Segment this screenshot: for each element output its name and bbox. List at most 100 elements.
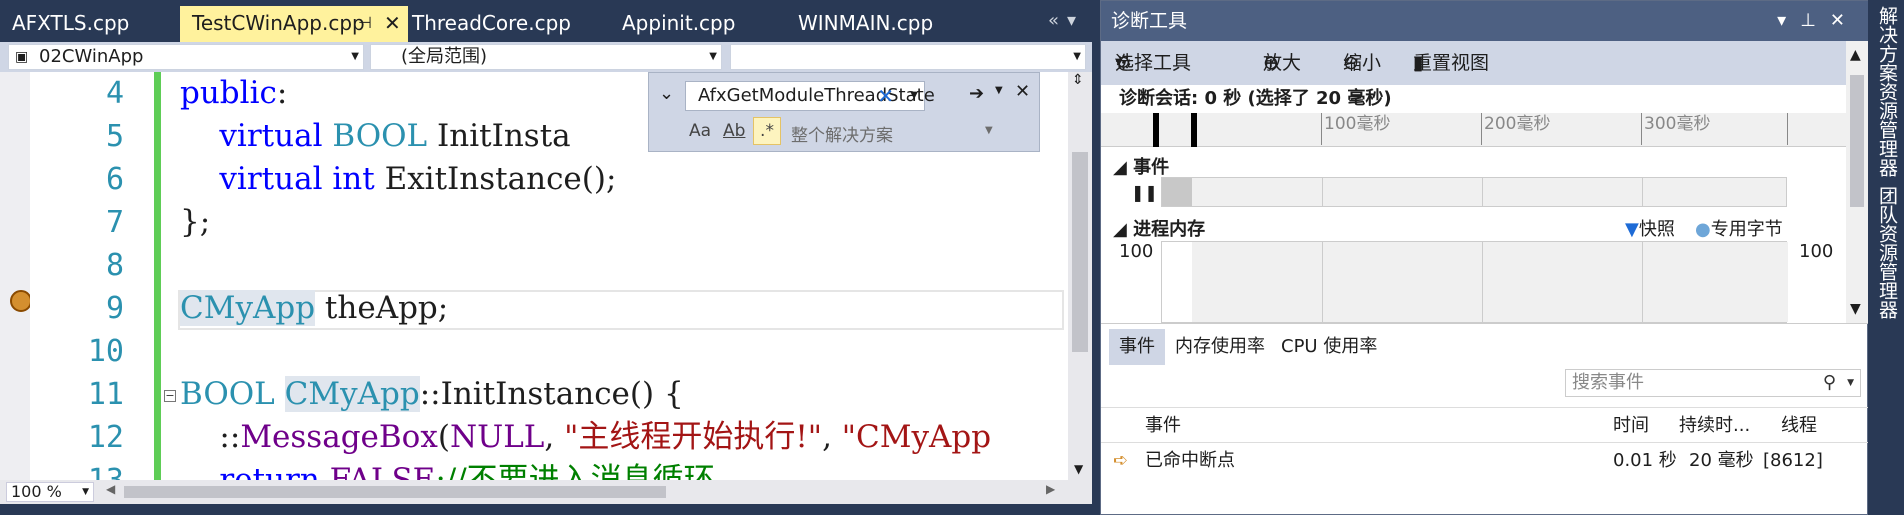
code-token: }; — [180, 204, 211, 240]
horizontal-scrollbar[interactable]: 100 % ▼ ◀ ▶ — [0, 480, 1092, 504]
column-header[interactable]: 事件 — [1145, 408, 1181, 444]
tab-afxtls[interactable]: AFXTLS.cpp — [0, 6, 150, 42]
line-number: 7 — [105, 205, 124, 240]
tab-winmain[interactable]: WINMAIN.cpp — [786, 6, 966, 42]
side-tool-strip: 解决方案资源管理器 团队资源管理器 — [1868, 0, 1904, 515]
tab-threadcore[interactable]: ThreadCore.cpp — [400, 6, 571, 42]
column-header[interactable]: 时间 — [1613, 408, 1649, 444]
team-explorer-tab[interactable]: 团队资源管理器 — [1874, 186, 1901, 319]
code-token: , — [822, 419, 832, 455]
indicator-margin[interactable] — [0, 72, 32, 480]
code-line-11: BOOL CMyApp::InitInstance() { — [180, 373, 684, 416]
close-icon[interactable]: ✕ — [1830, 10, 1859, 31]
find-next-icon[interactable]: ➔ — [969, 83, 984, 104]
gridline — [1322, 178, 1323, 206]
scroll-thumb[interactable] — [124, 486, 666, 498]
scroll-up-icon[interactable]: ▲ — [1850, 47, 1861, 63]
close-find-icon[interactable]: ✕ — [1015, 81, 1030, 102]
events-track[interactable] — [1161, 177, 1787, 207]
table-row[interactable]: ➪ 已命中断点 0.01 秒 20 毫秒 [8612] — [1101, 443, 1869, 479]
chevron-down-icon[interactable]: ▼ — [1847, 370, 1854, 396]
scroll-down-icon[interactable]: ▼ — [1074, 462, 1083, 476]
scroll-thumb[interactable] — [1072, 152, 1088, 352]
expand-replace-icon[interactable]: ⌄ — [659, 83, 674, 104]
pin-icon[interactable]: ⊥ — [1800, 10, 1830, 31]
collapse-icon[interactable]: − — [164, 390, 176, 402]
memory-graph[interactable] — [1161, 241, 1788, 323]
regex-icon[interactable]: .* — [753, 117, 781, 145]
scope-dropdown[interactable]: (全局范围) ▼ — [370, 44, 722, 70]
chevron-down-icon[interactable]: ▼ — [985, 125, 993, 136]
scroll-right-icon[interactable]: ▶ — [1046, 482, 1055, 496]
scroll-down-icon[interactable]: ▼ — [1850, 301, 1861, 317]
breakpoint-icon[interactable] — [10, 290, 32, 312]
timeline-ruler[interactable]: 100毫秒 200毫秒 300毫秒 — [1101, 113, 1846, 147]
line-number: 6 — [105, 162, 124, 197]
code-line-9: CMyApp theApp; — [180, 287, 448, 330]
code-token: InitInsta — [437, 118, 571, 154]
close-icon[interactable]: ✕ — [384, 6, 401, 40]
panel-controls[interactable]: ▾⊥✕ — [1777, 1, 1859, 41]
search-events-input[interactable]: 搜索事件 ⚲ ▼ — [1565, 369, 1861, 397]
diag-scrollbar[interactable]: ▲ ▼ — [1846, 41, 1868, 323]
search-icon[interactable]: ⚲ — [1823, 370, 1836, 396]
tab-testcwinapp[interactable]: TestCWinApp.cpp ⊣ ✕ — [180, 6, 408, 42]
event-duration: 20 毫秒 — [1689, 450, 1754, 471]
event-time: 0.01 秒 — [1613, 450, 1677, 471]
search-placeholder: 搜索事件 — [1572, 372, 1644, 393]
gridline — [1642, 242, 1643, 322]
selection-marker[interactable] — [1153, 113, 1159, 147]
scroll-thumb[interactable] — [1850, 75, 1864, 207]
ruler-tick: 300毫秒 — [1641, 113, 1710, 145]
tab-overflow-controls[interactable]: «▾ — [1048, 10, 1084, 31]
diag-toolbar: ⚙ 选择工具 ▼ ⊕ 放大 ⊖ 缩小 ▮ 重置视图 — [1101, 41, 1869, 85]
diagnostics-panel: 诊断工具 ▾⊥✕ ⚙ 选择工具 ▼ ⊕ 放大 ⊖ 缩小 ▮ 重置视图 诊断会话:… — [1100, 0, 1869, 515]
code-token: CMyApp — [180, 290, 316, 326]
line-numbers: 4 5 6 7 8 9 10 11 12 13 — [30, 72, 130, 480]
scroll-tabs-icon[interactable]: « — [1048, 10, 1067, 31]
zoom-dropdown[interactable]: 100 % ▼ — [6, 482, 94, 502]
whole-word-icon[interactable]: Ab — [723, 121, 745, 141]
select-tool-label: 选择工具 — [1115, 52, 1192, 74]
legend-label: 快照 — [1638, 219, 1675, 240]
find-scope[interactable]: 整个解决方案 — [791, 121, 893, 146]
vertical-scrollbar[interactable]: ⇕ ▼ — [1068, 72, 1092, 480]
code-token: ::InitInstance() { — [419, 376, 684, 412]
memory-section-header[interactable]: ◢ 进程内存 — [1113, 215, 1205, 241]
ruler-tick: 200毫秒 — [1481, 113, 1550, 145]
code-token: FALSE — [329, 462, 436, 480]
match-case-icon[interactable]: Aa — [689, 121, 711, 141]
solution-explorer-tab[interactable]: 解决方案资源管理器 — [1874, 6, 1901, 177]
member-dropdown[interactable]: ▼ — [730, 44, 1086, 70]
panel-title: 诊断工具 — [1111, 10, 1188, 32]
code-token: "主线程开始执行!" — [564, 419, 823, 455]
selection-region — [1162, 178, 1192, 206]
memory-axis-left: 100 — [1119, 241, 1154, 262]
tab-memory-usage[interactable]: 内存使用率 — [1165, 329, 1275, 365]
tab-events[interactable]: 事件 — [1109, 329, 1165, 365]
column-header[interactable]: 持续时... — [1679, 408, 1750, 444]
scroll-left-icon[interactable]: ◀ — [106, 482, 115, 496]
chevron-down-icon[interactable]: ▼ — [910, 82, 918, 110]
tab-appinit[interactable]: Appinit.cpp — [610, 6, 750, 42]
project-dropdown[interactable]: ▣ 02CWinApp ▼ — [8, 44, 364, 70]
pin-icon[interactable]: ⊣ — [358, 6, 372, 40]
session-info: 诊断会话: 0 秒 (选择了 20 毫秒) — [1119, 88, 1392, 109]
tab-cpu-usage[interactable]: CPU 使用率 — [1271, 329, 1387, 365]
selection-marker[interactable] — [1191, 113, 1197, 147]
clear-icon[interactable]: ✕ — [877, 82, 894, 110]
split-icon[interactable]: ⇕ — [1072, 72, 1084, 88]
code-editor: AFXTLS.cpp TestCWinApp.cpp ⊣ ✕ ThreadCor… — [0, 0, 1092, 515]
code-token: virtual — [219, 161, 323, 197]
find-options-icon[interactable]: ▼ — [995, 85, 1003, 96]
column-header[interactable]: 线程 — [1781, 408, 1817, 444]
code-line-4: public: — [180, 72, 287, 115]
find-input[interactable]: AfxGetModuleThreadState ✕ ▼ — [685, 81, 935, 111]
chevron-down-icon: ▼ — [351, 51, 359, 62]
events-section-header[interactable]: ◢ 事件 — [1113, 153, 1169, 179]
pause-icon[interactable]: ❚❚ — [1131, 183, 1158, 202]
dropdown-icon[interactable]: ▾ — [1067, 10, 1084, 31]
circle-icon: ● — [1695, 219, 1711, 240]
code-token: "CMyApp — [841, 419, 992, 455]
dropdown-icon[interactable]: ▾ — [1777, 10, 1800, 31]
